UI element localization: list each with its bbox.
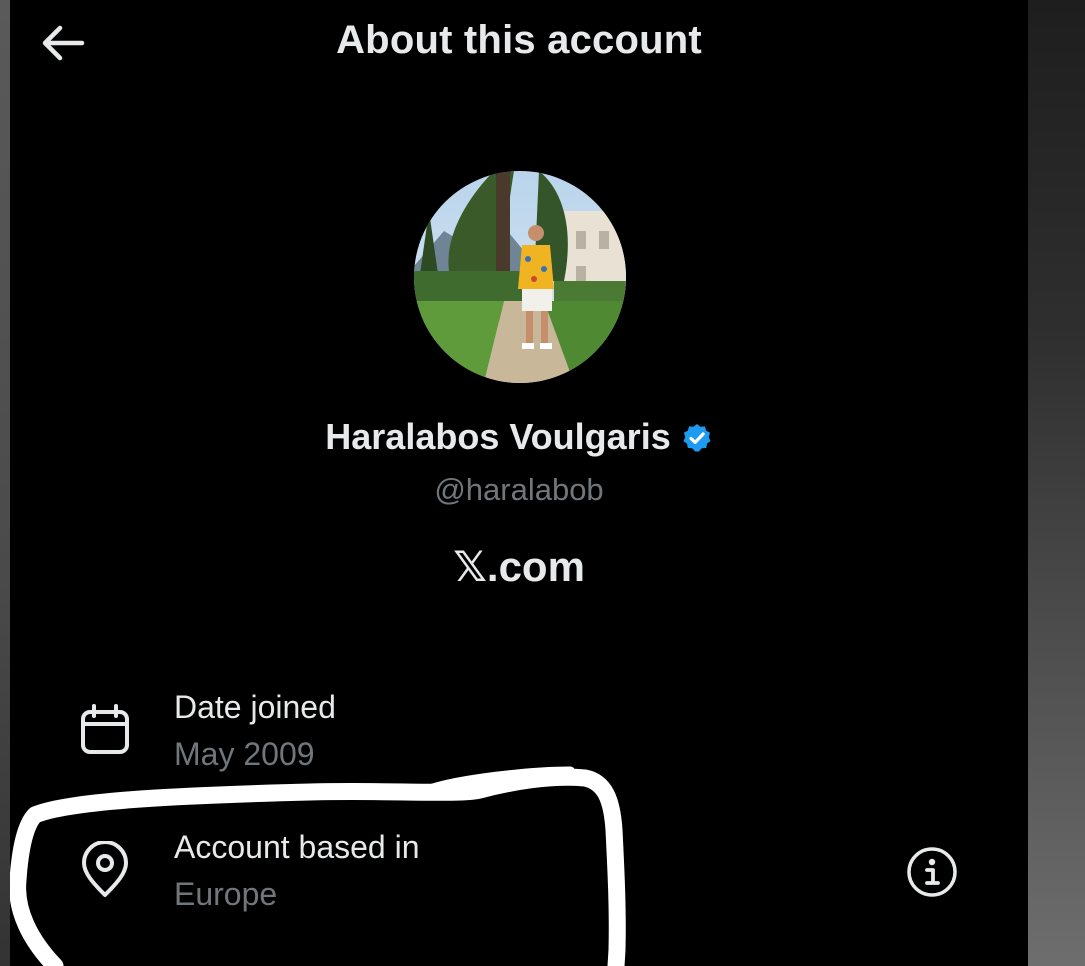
avatar[interactable] bbox=[414, 171, 626, 383]
account-based-in-value: Europe bbox=[174, 876, 278, 912]
about-account-screen: About this account Haralabos Voulgaris @… bbox=[10, 0, 1028, 966]
calendar-icon bbox=[75, 700, 135, 760]
date-joined-value: May 2009 bbox=[174, 736, 315, 772]
right-edge-strip bbox=[1028, 0, 1085, 966]
username-handle: @haralabob bbox=[434, 472, 604, 507]
connected-via-label: 𝕏.com bbox=[453, 543, 585, 590]
verified-badge-icon bbox=[683, 424, 711, 452]
date-joined-label: Date joined bbox=[174, 689, 336, 725]
info-button[interactable] bbox=[902, 842, 962, 902]
info-icon bbox=[907, 847, 957, 897]
location-pin-icon bbox=[75, 840, 135, 900]
name-row: Haralabos Voulgaris bbox=[10, 416, 1028, 458]
left-edge-strip bbox=[0, 0, 10, 966]
display-name: Haralabos Voulgaris bbox=[325, 416, 671, 457]
page-title: About this account bbox=[336, 18, 702, 62]
account-based-in-label: Account based in bbox=[174, 829, 420, 865]
